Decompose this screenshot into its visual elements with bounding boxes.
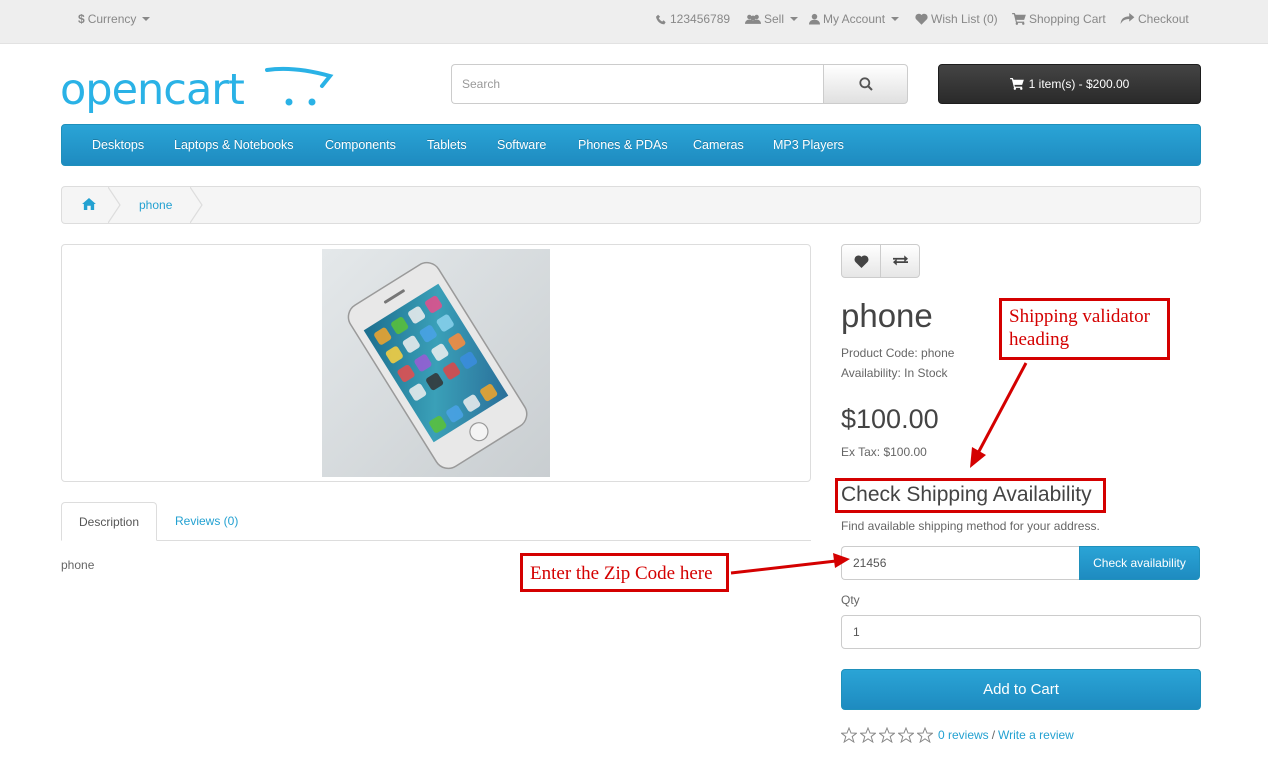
annotation-validator-heading: Shipping validator heading <box>999 298 1170 360</box>
cart-icon <box>1009 78 1024 90</box>
add-to-cart-button[interactable]: Add to Cart <box>841 669 1201 710</box>
tabs-divider <box>61 540 811 541</box>
breadcrumb: phone <box>61 186 1201 224</box>
share-icon <box>1120 13 1135 25</box>
main-menu: Desktops Laptops & Notebooks Components … <box>61 124 1201 166</box>
menu-item-components[interactable]: Components <box>325 138 396 152</box>
phone-icon <box>656 14 666 24</box>
wish-list-label: Wish List (0) <box>931 12 998 26</box>
description-text: phone <box>61 558 95 572</box>
menu-item-tablets[interactable]: Tablets <box>427 138 467 152</box>
compare-button[interactable] <box>881 245 920 277</box>
menu-item-cameras[interactable]: Cameras <box>693 138 744 152</box>
rating-separator: / <box>991 728 996 742</box>
logo[interactable]: opencart <box>60 64 334 116</box>
product-thumbnail[interactable] <box>61 244 811 482</box>
reviews-count-link[interactable]: 0 reviews <box>938 728 989 742</box>
zip-code-input[interactable] <box>841 546 1080 580</box>
search-icon <box>858 77 873 91</box>
rating: 0 reviews / Write a review <box>841 727 1074 743</box>
arrow-to-heading <box>970 362 1028 468</box>
product-code: Product Code: phone <box>841 346 955 360</box>
checkout-link[interactable]: Checkout <box>1120 12 1189 26</box>
sell-label: Sell <box>764 12 785 26</box>
star-empty-icon <box>879 727 895 743</box>
dollar-icon: $ <box>78 12 85 26</box>
heart-icon <box>854 254 868 268</box>
product-image <box>322 249 550 477</box>
search-input[interactable] <box>451 64 824 104</box>
cart-summary: 1 item(s) - $200.00 <box>1028 77 1130 91</box>
check-availability-button[interactable]: Check availability <box>1079 546 1200 580</box>
product-price: $100.00 <box>841 404 939 434</box>
star-empty-icon <box>860 727 876 743</box>
exchange-icon <box>893 255 908 266</box>
annotation-zip-hint: Enter the Zip Code here <box>520 553 729 592</box>
logo-text: opencart <box>60 65 245 115</box>
checkout-label: Checkout <box>1138 12 1189 26</box>
qty-label: Qty <box>841 593 860 607</box>
shopping-cart-label: Shopping Cart <box>1029 12 1106 26</box>
users-icon <box>745 14 761 24</box>
ex-tax-price: Ex Tax: $100.00 <box>841 445 927 459</box>
user-icon <box>809 13 820 25</box>
my-account-label: My Account <box>823 12 886 26</box>
heart-icon <box>915 13 928 25</box>
chevron-down-icon <box>891 17 900 21</box>
menu-item-laptops-notebooks[interactable]: Laptops & Notebooks <box>174 138 294 152</box>
chevron-down-icon <box>142 17 151 21</box>
qty-input[interactable] <box>841 615 1201 649</box>
product-title: phone <box>841 297 933 334</box>
top-bar: $ Currency 123456789 Sell My Account Wis… <box>0 0 1268 44</box>
breadcrumb-current[interactable]: phone <box>139 198 172 212</box>
home-icon[interactable] <box>82 198 96 210</box>
shopping-cart-link[interactable]: Shopping Cart <box>1012 12 1106 26</box>
sell-dropdown[interactable]: Sell <box>745 12 799 26</box>
star-empty-icon <box>917 727 933 743</box>
menu-item-software[interactable]: Software <box>497 138 546 152</box>
my-account-dropdown[interactable]: My Account <box>809 12 900 26</box>
add-to-wishlist-button[interactable] <box>842 245 881 277</box>
star-empty-icon <box>898 727 914 743</box>
product-action-buttons <box>841 244 920 278</box>
breadcrumb-separator <box>190 187 203 223</box>
arrow-to-zip-input <box>730 553 850 575</box>
shipping-description: Find available shipping method for your … <box>841 519 1100 533</box>
menu-item-mp3-players[interactable]: MP3 Players <box>773 138 844 152</box>
search-button[interactable] <box>823 64 908 104</box>
breadcrumb-separator <box>108 187 121 223</box>
product-availability: Availability: In Stock <box>841 366 948 380</box>
tab-description[interactable]: Description <box>61 502 157 541</box>
wish-list-link[interactable]: Wish List (0) <box>915 12 998 26</box>
tab-reviews[interactable]: Reviews (0) <box>175 514 238 528</box>
phone-link[interactable]: 123456789 <box>656 12 730 26</box>
currency-dropdown[interactable]: $ Currency <box>78 12 151 26</box>
phone-number: 123456789 <box>670 12 731 26</box>
chevron-down-icon <box>790 17 799 21</box>
write-review-link[interactable]: Write a review <box>998 728 1074 742</box>
menu-item-desktops[interactable]: Desktops <box>92 138 144 152</box>
currency-label: Currency <box>87 12 137 26</box>
annotation-highlight-box <box>835 478 1106 513</box>
star-empty-icon <box>841 727 857 743</box>
cart-button[interactable]: 1 item(s) - $200.00 <box>938 64 1201 104</box>
menu-item-phones-pdas[interactable]: Phones & PDAs <box>578 138 668 152</box>
cart-icon <box>1012 13 1026 25</box>
logo-cart-icon <box>265 66 334 106</box>
